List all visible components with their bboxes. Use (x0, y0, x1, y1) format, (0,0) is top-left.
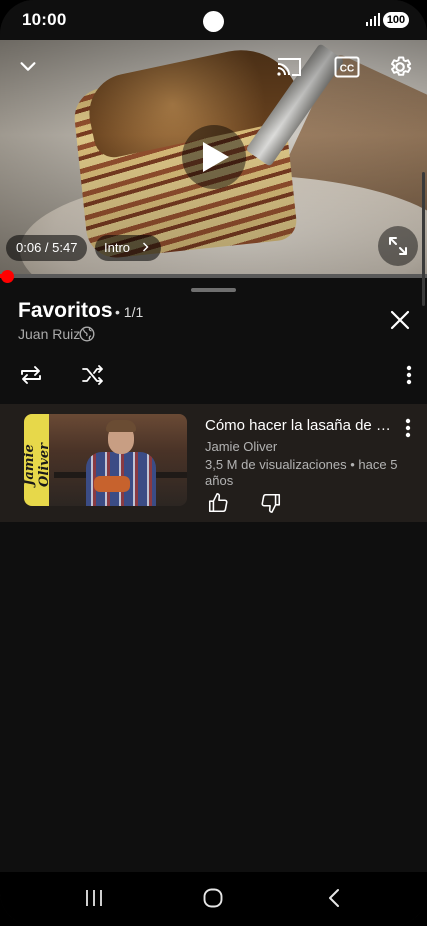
close-icon[interactable] (386, 306, 414, 334)
chevron-down-icon[interactable] (14, 52, 42, 80)
battery-icon: 100 (383, 12, 409, 28)
video-meta: 3,5 M de visualizaciones • hace 5 años (205, 457, 398, 488)
thumbnail-dish (94, 476, 130, 492)
chevron-right-icon (142, 240, 149, 255)
video-title[interactable]: Cómo hacer la lasaña de … (205, 417, 391, 434)
shuffle-icon[interactable] (80, 362, 106, 388)
front-camera (203, 11, 224, 32)
phone-screen: 10:00 100 CC 0:06 / 5:47 Intro Favoritos… (0, 0, 427, 926)
fullscreen-button[interactable] (378, 226, 418, 266)
playlist-title: Favoritos (18, 299, 113, 322)
thumbnail-hair (106, 420, 136, 432)
fullscreen-icon (389, 237, 407, 255)
globe-icon (79, 326, 95, 347)
panel-drag-handle[interactable] (191, 288, 236, 292)
play-icon (203, 142, 229, 172)
thumbnail-brand-text: Jamie Oliver (24, 443, 52, 487)
captions-icon[interactable]: CC (333, 53, 361, 81)
thumbs-down-icon[interactable] (259, 491, 283, 515)
time-separator: / (41, 240, 53, 255)
gear-icon[interactable] (386, 53, 414, 81)
video-player[interactable]: CC 0:06 / 5:47 Intro (0, 40, 427, 278)
svg-text:CC: CC (340, 64, 354, 75)
thumbs-up-icon[interactable] (206, 491, 230, 515)
playlist-position: • 1/1 (115, 304, 144, 320)
time-display: 0:06 / 5:47 (6, 235, 88, 261)
elapsed-time: 0:06 (16, 240, 42, 255)
playlist-item[interactable]: Jamie Oliver Cómo hacer la lasaña de … J… (0, 404, 427, 522)
video-thumbnail[interactable]: Jamie Oliver (24, 414, 187, 506)
home-icon[interactable] (199, 884, 227, 912)
status-bar: 10:00 100 (0, 0, 427, 40)
playlist-owner[interactable]: Juan Ruiz (18, 326, 80, 342)
more-options-icon[interactable] (398, 362, 420, 388)
loop-icon[interactable] (16, 362, 46, 388)
status-time: 10:00 (22, 10, 67, 29)
edge-panel-handle[interactable] (422, 172, 425, 306)
signal-icon (366, 13, 380, 31)
recent-apps-icon[interactable] (80, 884, 108, 912)
play-button[interactable] (182, 125, 246, 189)
progress-scrubber[interactable] (1, 270, 15, 283)
chapter-label: Intro (104, 240, 131, 255)
chapter-button[interactable]: Intro (95, 235, 161, 261)
cast-icon[interactable] (275, 53, 303, 81)
item-more-options-icon[interactable] (398, 416, 418, 440)
video-channel[interactable]: Jamie Oliver (205, 439, 277, 454)
back-icon[interactable] (320, 884, 348, 912)
progress-bar[interactable] (0, 274, 427, 278)
duration-time: 5:47 (52, 240, 78, 255)
